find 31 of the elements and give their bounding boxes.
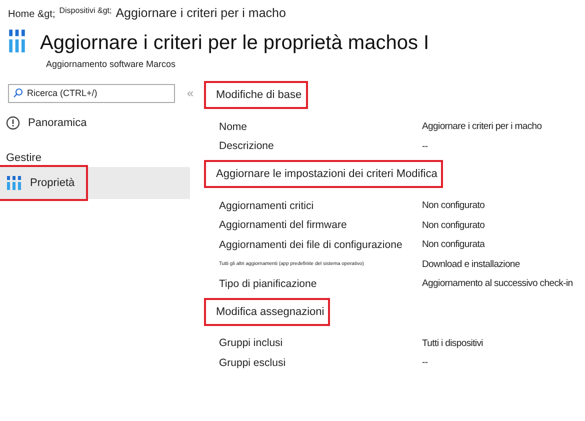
section-heading: Aggiornare le impostazioni dei criteri Modifica <box>206 162 442 186</box>
property-label: Nome <box>219 120 248 133</box>
property-label: Gruppi inclusi <box>219 337 284 350</box>
search-field[interactable]: Ricerca (CTRL+/) <box>8 84 175 102</box>
property-value: Aggiornare i criteri per i macho <box>422 121 542 132</box>
property-label: Aggiornamenti dei file di configurazione <box>219 238 404 251</box>
property-value: Non configurato <box>422 200 485 212</box>
breadcrumb-link[interactable]: Home &gt; <box>8 9 56 20</box>
property-value: -- <box>422 357 428 368</box>
section-heading: Modifiche di base <box>206 83 306 107</box>
logo-icon <box>8 28 26 54</box>
property-value: -- <box>422 140 428 152</box>
breadcrumb-link[interactable]: Aggiornare i criteri per i macho <box>116 6 286 20</box>
nav-group-label: Gestire <box>5 151 42 166</box>
property-value: Aggiornamento al successivo check-in <box>422 278 573 290</box>
breadcrumb-link[interactable]: Dispositivi &gt; <box>59 6 112 15</box>
property-value: Download e installazione <box>422 258 520 270</box>
bars-icon <box>6 175 22 191</box>
section-heading: Modifica assegnazioni <box>206 300 328 324</box>
property-value: Tutti i dispositivi <box>422 338 483 349</box>
property-value: Non configurato <box>422 220 485 231</box>
property-value: Non configurata <box>422 239 485 250</box>
property-label: Descrizione <box>219 140 275 152</box>
page-subtitle: Aggiornamento software Marcos <box>46 59 177 69</box>
property-label: Gruppi esclusi <box>219 356 287 369</box>
property-label: Aggiornamenti critici <box>219 200 315 212</box>
page-title: Aggiornare i criteri per le proprietà machos I <box>40 32 430 55</box>
nav-item[interactable]: Panoramica <box>0 108 190 138</box>
property-label: Tipo di pianificazione <box>219 278 318 290</box>
info-icon <box>6 116 20 130</box>
property-label: Aggiornamenti del firmware <box>219 219 348 232</box>
